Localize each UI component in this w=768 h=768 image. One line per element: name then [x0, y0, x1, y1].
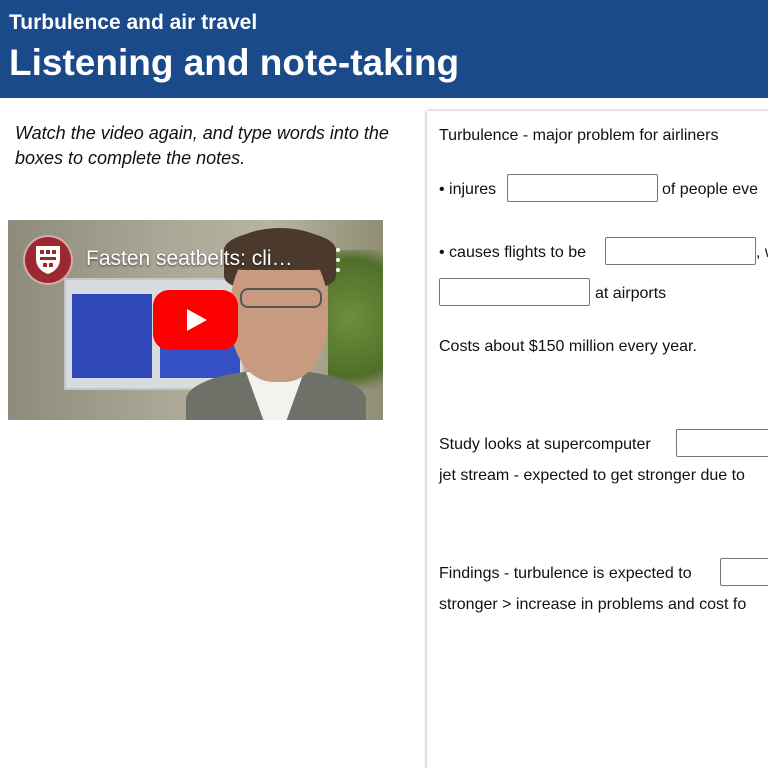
gap-input-4[interactable] — [676, 429, 768, 457]
page-header: Turbulence and air travel Listening and … — [0, 0, 768, 98]
gap-input-3[interactable] — [439, 278, 590, 306]
study-line2: jet stream - expected to get stronger du… — [439, 467, 745, 484]
bullet1-suffix: of people eve — [662, 181, 759, 198]
gap-input-1[interactable] — [507, 174, 658, 202]
bullet2-prefix: • causes flights to be — [439, 244, 587, 261]
page-subtitle: Turbulence and air travel — [9, 11, 258, 34]
instructions-text: Watch the video again, and type words in… — [15, 123, 389, 168]
gap-input-5[interactable] — [720, 558, 768, 586]
video-frame-glasses — [240, 288, 322, 308]
findings-line2: stronger > increase in problems and cost… — [439, 596, 747, 613]
bullet1-prefix: • injures — [439, 181, 497, 198]
study-prefix: Study looks at supercomputer — [439, 436, 651, 453]
gap-input-2[interactable] — [605, 237, 756, 265]
notes-panel: Turbulence - major problem for airliners… — [427, 111, 768, 768]
youtube-play-icon[interactable] — [153, 290, 238, 350]
page-title: Listening and note-taking — [9, 42, 460, 83]
bullet2-line2-suffix: at airports — [595, 285, 667, 302]
video-title[interactable]: Fasten seatbelts: cli… — [86, 247, 293, 271]
costs-text: Costs about $150 million every year. — [439, 338, 697, 355]
bullet2-comma: , w — [756, 244, 768, 261]
university-crest-icon[interactable] — [23, 235, 73, 285]
video-player[interactable]: Fasten seatbelts: cli… — [8, 220, 383, 420]
findings-prefix: Findings - turbulence is expected to — [439, 565, 692, 582]
more-vertical-icon[interactable] — [334, 248, 342, 272]
notes-heading: Turbulence - major problem for airliners — [439, 127, 719, 144]
